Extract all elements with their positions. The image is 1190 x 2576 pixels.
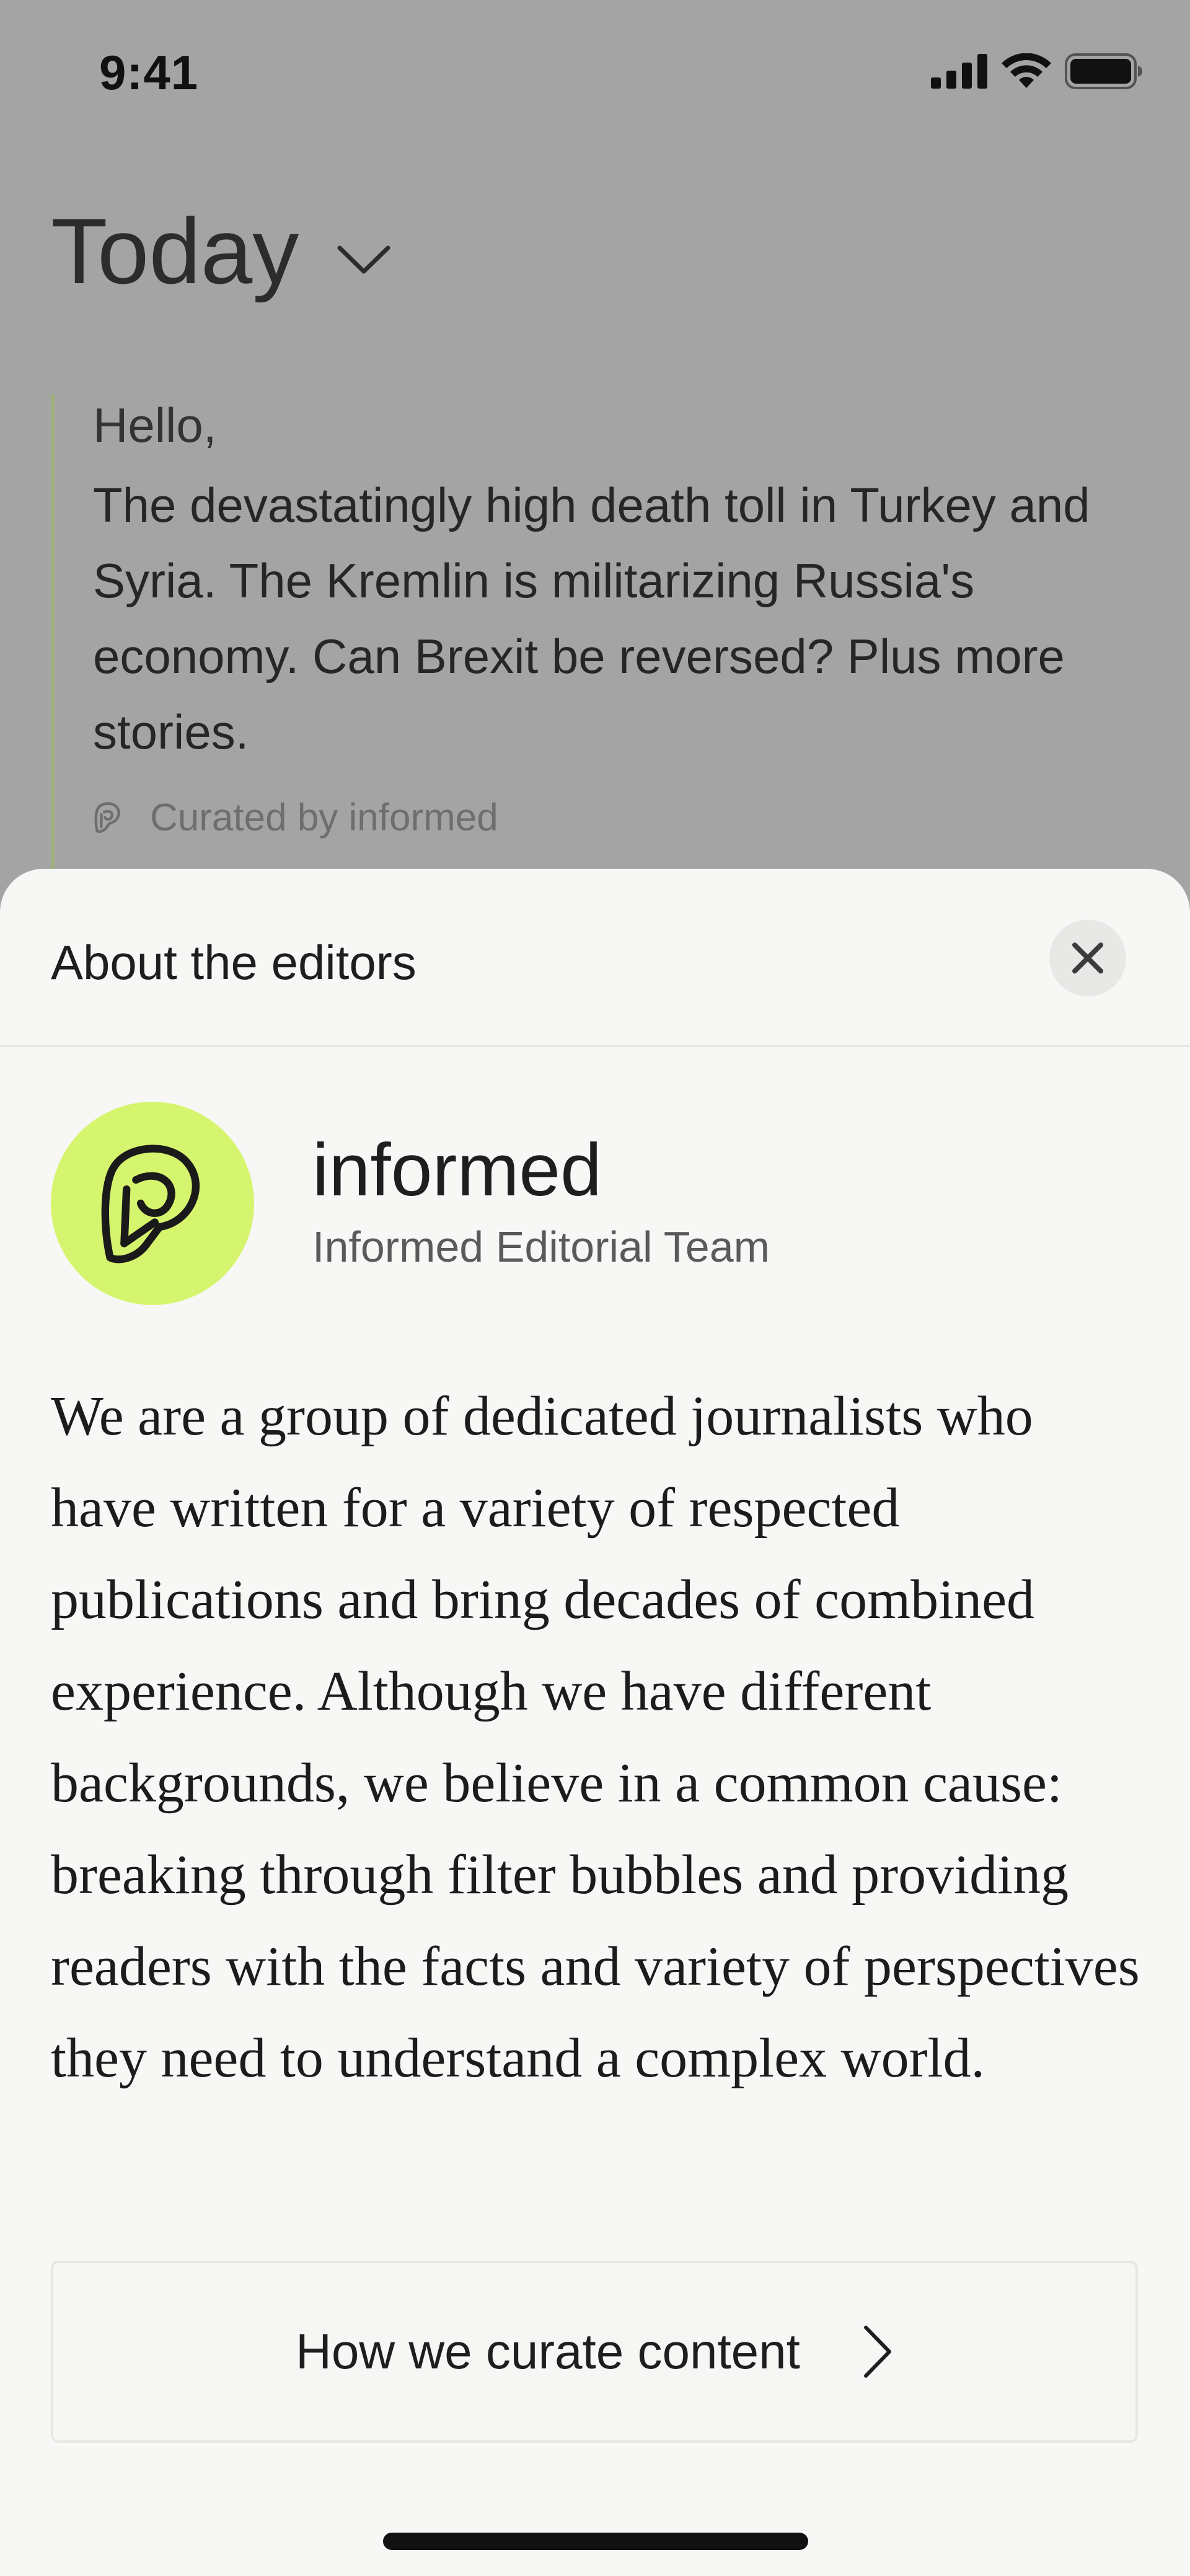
sheet-header: About the editors — [0, 869, 1190, 1047]
close-button[interactable] — [1049, 920, 1126, 996]
chevron-right-icon — [863, 2326, 891, 2378]
avatar — [51, 1102, 254, 1305]
editor-name: informed — [312, 1128, 602, 1211]
digest-credit: Curated by informed — [93, 796, 1129, 840]
digest-greeting: Hello, — [93, 398, 217, 452]
informed-logo-icon — [94, 802, 120, 833]
battery-icon — [1065, 53, 1142, 89]
cellular-signal-icon — [931, 54, 987, 89]
screen: 9:41 Today Hello, The devastatingly high… — [0, 0, 1190, 2576]
status-icons — [931, 53, 1143, 89]
status-bar: 9:41 — [0, 0, 1190, 149]
page-title: Today — [51, 199, 299, 303]
about-description: We are a group of dedicated journalists … — [51, 1386, 1140, 2089]
editor-team: Informed Editorial Team — [312, 1223, 770, 1271]
editor-text: informed Informed Editorial Team — [312, 1129, 770, 1272]
digest-summary: The devastatingly high death toll in Tur… — [93, 477, 1090, 759]
close-icon — [1072, 943, 1103, 974]
daily-digest: Hello, The devastatingly high death toll… — [51, 394, 1129, 952]
status-time: 9:41 — [99, 45, 199, 100]
digest-credit-label: Curated by informed — [150, 796, 498, 839]
how-we-curate-label: How we curate content — [296, 2324, 800, 2379]
chevron-down-icon[interactable] — [336, 243, 392, 278]
background-page: 9:41 Today Hello, The devastatingly high… — [0, 0, 1190, 952]
sheet-title: About the editors — [51, 935, 416, 990]
editor-profile: informed Informed Editorial Team — [51, 1102, 770, 1305]
how-we-curate-button[interactable]: How we curate content — [51, 2261, 1138, 2443]
wifi-icon — [1002, 53, 1051, 88]
about-editors-sheet: About the editors informed Informed Edit… — [0, 869, 1190, 2576]
today-header[interactable]: Today — [51, 204, 392, 297]
home-indicator[interactable] — [383, 2533, 808, 2550]
informed-logo-icon — [101, 1145, 200, 1264]
